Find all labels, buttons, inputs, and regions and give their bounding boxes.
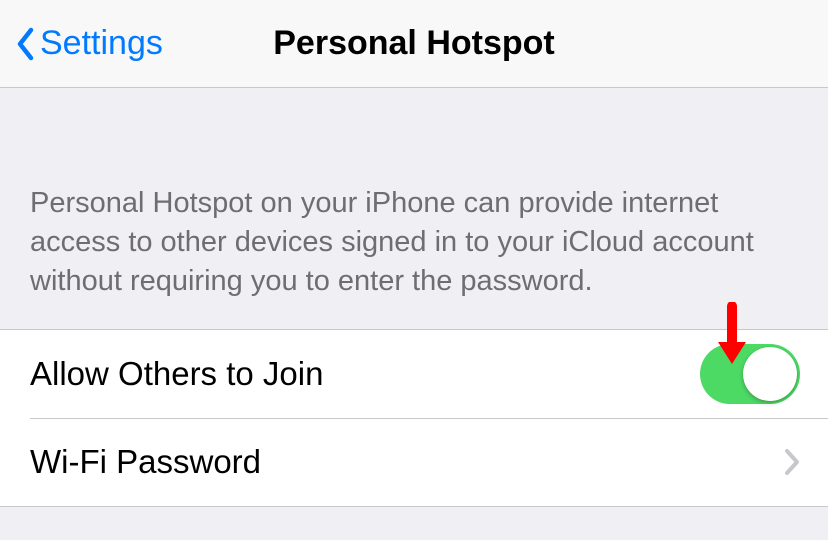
back-label: Settings [40, 24, 163, 63]
allow-others-toggle[interactable] [700, 344, 800, 404]
back-button[interactable]: Settings [16, 24, 163, 63]
navigation-bar: Settings Personal Hotspot [0, 0, 828, 88]
allow-others-label: Allow Others to Join [30, 355, 323, 393]
chevron-left-icon [16, 27, 34, 61]
section-description: Personal Hotspot on your iPhone can prov… [0, 88, 828, 329]
chevron-right-icon [784, 448, 800, 476]
wifi-password-label: Wi-Fi Password [30, 443, 261, 481]
allow-others-row: Allow Others to Join [0, 330, 828, 418]
page-title: Personal Hotspot [273, 24, 554, 63]
toggle-knob [743, 347, 797, 401]
settings-group: Allow Others to Join Wi-Fi Password [0, 329, 828, 507]
wifi-password-row[interactable]: Wi-Fi Password [0, 418, 828, 506]
